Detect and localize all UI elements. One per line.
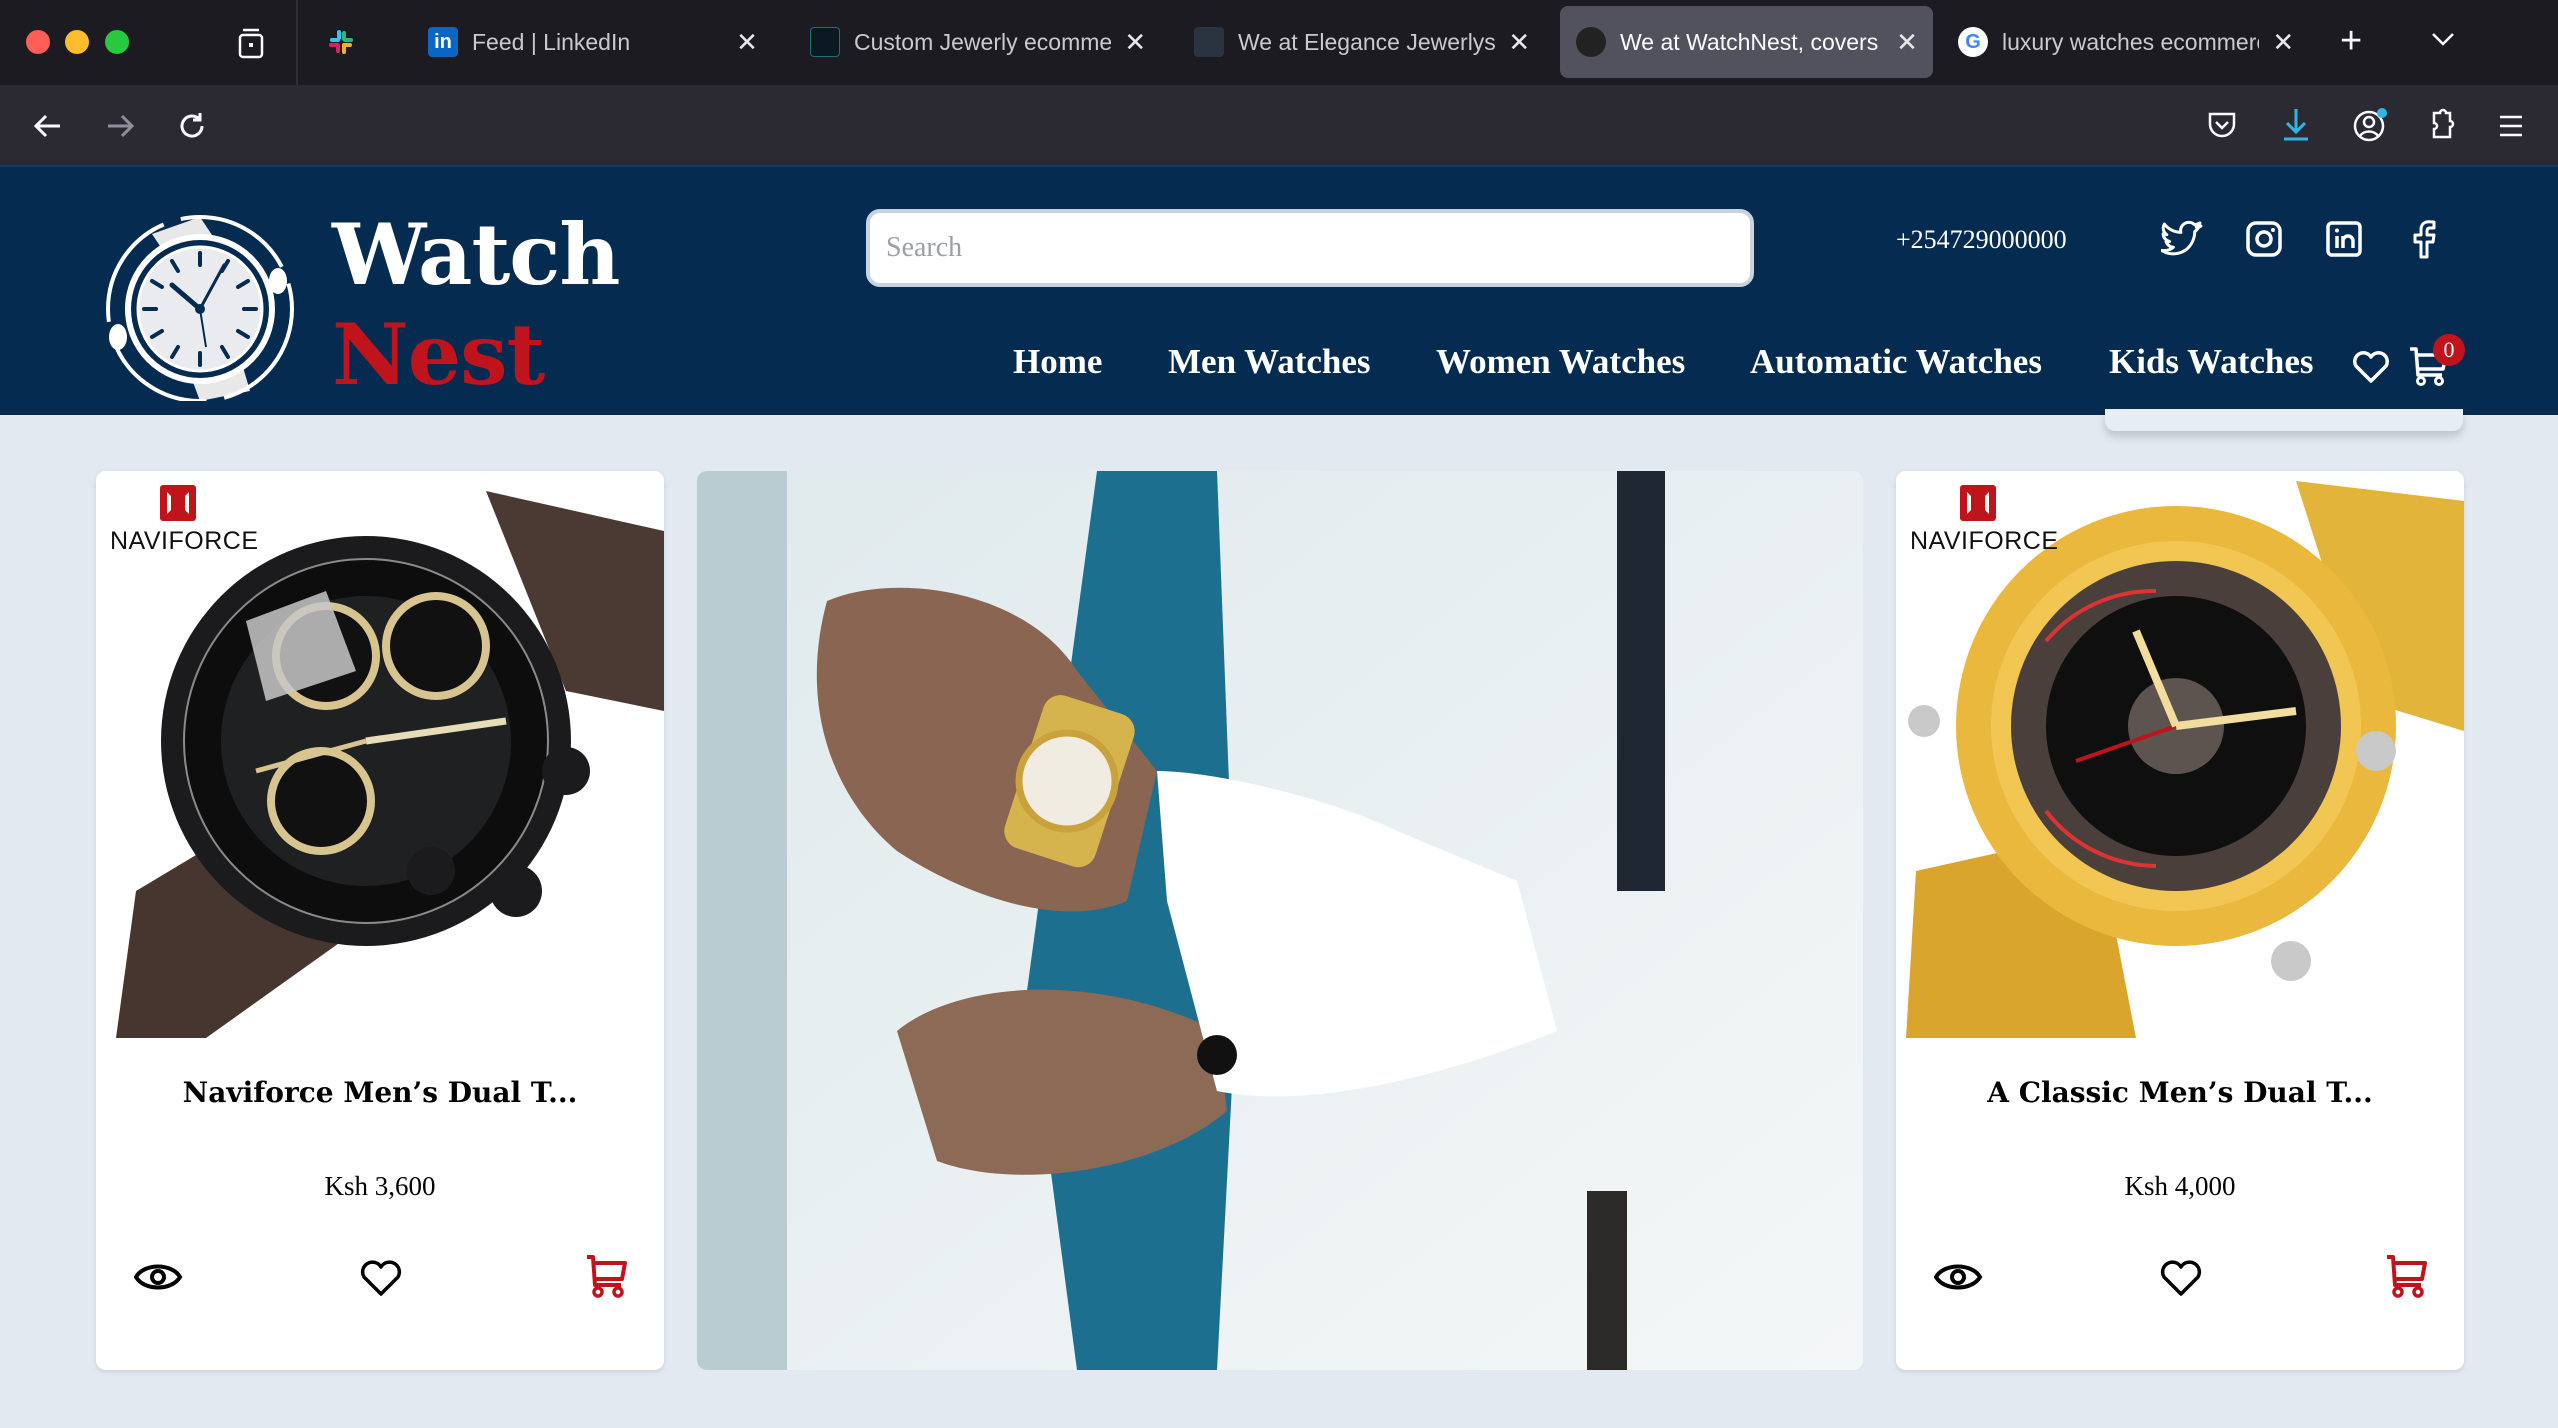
hero-banner-image[interactable] — [697, 471, 1863, 1370]
window-minimize-button[interactable] — [65, 30, 89, 54]
product-image-gold-watch[interactable]: NAVIFORCE — [1896, 471, 2464, 1038]
phone-number[interactable]: +254729000000 — [1896, 225, 2067, 255]
browser-toolbar: https://watches-olive.vercel.app — [0, 85, 2558, 243]
tab-close-button[interactable]: ✕ — [732, 27, 762, 58]
product-image-black-leather-watch[interactable]: NAVIFORCE — [96, 471, 664, 1038]
window-close-button[interactable] — [26, 30, 50, 54]
linkedin-icon[interactable] — [2322, 217, 2366, 261]
product-title[interactable]: A Classic Men’s Dual T... — [1896, 1076, 2464, 1109]
account-icon[interactable] — [2350, 105, 2390, 145]
nav-automatic-watches[interactable]: Automatic Watches — [1750, 342, 2042, 382]
new-tab-button[interactable]: + — [2340, 20, 2362, 63]
site-header: Watch Nest +254729000000 Home Men Watche… — [0, 165, 2558, 415]
instagram-icon[interactable] — [2242, 217, 2286, 261]
cart-count-badge: 0 — [2433, 334, 2465, 366]
app-menu-icon[interactable] — [2494, 109, 2528, 143]
twitter-icon[interactable] — [2160, 217, 2205, 261]
nav-kids-watches[interactable]: Kids Watches — [2109, 342, 2314, 382]
product-price: Ksh 3,600 — [324, 1171, 436, 1201]
tab-label: We at WatchNest, covers — [1620, 28, 1879, 55]
product-price: Ksh 4,000 — [2124, 1171, 2236, 1201]
quick-view-eye-icon[interactable] — [132, 1251, 184, 1303]
naviforce-brand-logo: NAVIFORCE — [1910, 485, 2060, 556]
tab-close-button[interactable]: ✕ — [1505, 27, 1534, 58]
google-icon: G — [1958, 27, 1988, 57]
tab-label: Custom Jewerly ecomme — [854, 28, 1111, 55]
naviforce-logo-icon — [1960, 485, 1996, 521]
nav-women-watches[interactable]: Women Watches — [1436, 342, 1685, 382]
facebook-icon[interactable] — [2402, 217, 2446, 261]
pocket-icon[interactable] — [2204, 107, 2240, 143]
search-input[interactable] — [866, 209, 1754, 287]
forward-button[interactable] — [100, 106, 140, 146]
tab-separator — [296, 0, 298, 85]
nav-men-watches[interactable]: Men Watches — [1168, 342, 1371, 382]
tab-close-button[interactable]: ✕ — [1892, 27, 1922, 58]
naviforce-logo-icon — [160, 485, 196, 521]
brand-name: NAVIFORCE — [1910, 527, 2059, 555]
add-to-wishlist-heart-icon[interactable] — [358, 1254, 404, 1300]
tab-slack[interactable] — [326, 6, 370, 78]
tab-elegance-jewerlys[interactable]: We at Elegance Jewerlys ✕ — [1194, 6, 1534, 78]
tab-watchnest-active[interactable]: We at WatchNest, covers ✕ — [1560, 6, 1933, 78]
add-to-wishlist-heart-icon[interactable] — [2158, 1254, 2204, 1300]
brand-name: NAVIFORCE — [110, 527, 259, 555]
tab-google-search[interactable]: G luxury watches ecommerc ✕ — [1958, 6, 2298, 78]
watchnest-logo-icon[interactable] — [100, 209, 304, 403]
naviforce-brand-logo: NAVIFORCE — [110, 485, 260, 556]
page-content: NAVIFORCE Naviforce Men’s Dual T... Ksh … — [0, 409, 2558, 1428]
tab-close-button[interactable]: ✕ — [2269, 27, 2298, 58]
tab-label: luxury watches ecommerc — [2002, 28, 2259, 55]
tab-label: We at Elegance Jewerlys — [1238, 28, 1495, 55]
add-to-cart-icon[interactable] — [581, 1251, 631, 1301]
tab-overview-icon[interactable] — [234, 26, 268, 60]
browser-tab-bar: in Feed | LinkedIn ✕ Custom Jewerly ecom… — [0, 0, 2558, 85]
downloads-icon[interactable] — [2278, 105, 2314, 145]
slack-icon — [326, 27, 356, 57]
add-to-cart-icon[interactable] — [2381, 1251, 2431, 1301]
linkedin-icon: in — [428, 27, 458, 57]
nav-home[interactable]: Home — [1013, 342, 1102, 382]
window-zoom-button[interactable] — [105, 30, 129, 54]
dropdown-panel-edge — [2105, 409, 2463, 431]
tab-custom-jewerly[interactable]: Custom Jewerly ecomme ✕ — [810, 6, 1150, 78]
back-button[interactable] — [28, 106, 68, 146]
wishlist-heart-icon[interactable] — [2350, 345, 2392, 387]
tab-close-button[interactable]: ✕ — [1121, 27, 1150, 58]
quick-view-eye-icon[interactable] — [1932, 1251, 1984, 1303]
tab-linkedin[interactable]: in Feed | LinkedIn ✕ — [428, 6, 768, 78]
list-all-tabs-button[interactable] — [2426, 22, 2460, 56]
extensions-icon[interactable] — [2424, 105, 2460, 145]
reload-button[interactable] — [172, 106, 212, 146]
site-favicon — [810, 27, 840, 57]
product-card[interactable]: NAVIFORCE A Classic Men’s Dual T... Ksh … — [1896, 471, 2464, 1370]
product-title[interactable]: Naviforce Men’s Dual T... — [96, 1076, 664, 1109]
tab-label: Feed | LinkedIn — [472, 28, 631, 55]
product-card[interactable]: NAVIFORCE Naviforce Men’s Dual T... Ksh … — [96, 471, 664, 1370]
logo-text-nest[interactable]: Nest — [332, 305, 545, 404]
logo-text-watch[interactable]: Watch — [332, 205, 620, 304]
watchnest-favicon — [1576, 27, 1606, 57]
elegance-favicon — [1194, 27, 1224, 57]
